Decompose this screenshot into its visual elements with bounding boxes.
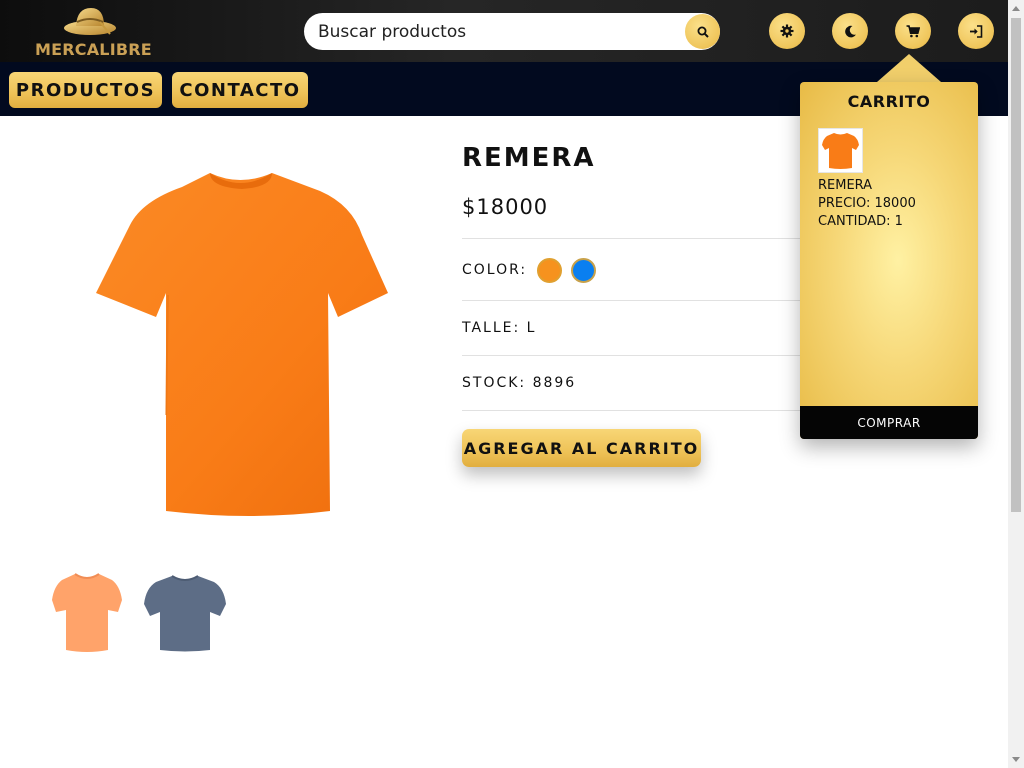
cart-item-quantity: CANTIDAD: 1 (818, 214, 903, 229)
cart-item-price: PRECIO: 18000 (818, 196, 916, 211)
thumbnail-blue[interactable] (140, 570, 230, 656)
cart-icon (906, 24, 920, 37)
add-to-cart-button[interactable]: AGREGAR AL CARRITO (462, 429, 701, 467)
cart-button[interactable] (895, 13, 931, 49)
thumbnail-orange[interactable] (42, 570, 132, 656)
page-scrollbar[interactable] (1008, 0, 1024, 768)
gear-icon (780, 24, 794, 38)
search-icon (697, 26, 709, 38)
search-box (304, 13, 720, 50)
divider (462, 238, 822, 239)
cart-title: CARRITO (847, 92, 931, 111)
scroll-up-arrow[interactable] (1012, 6, 1020, 11)
divider (462, 300, 822, 301)
search-input[interactable] (304, 13, 684, 50)
color-label: COLOR: (462, 262, 528, 278)
scroll-thumb[interactable] (1011, 18, 1021, 512)
login-button[interactable] (958, 13, 994, 49)
hat-logo-icon (64, 8, 116, 35)
moon-icon (844, 25, 856, 37)
color-swatch-orange[interactable] (537, 258, 562, 283)
dark-mode-button[interactable] (832, 13, 868, 49)
header-bar: MERCALIBRE (0, 0, 1008, 62)
stock-label: STOCK: 8896 (462, 375, 577, 391)
scroll-down-arrow[interactable] (1012, 757, 1020, 762)
cart-popup: CARRITO REMERA PRECIO: 18000 CANTIDAD: 1… (800, 82, 978, 439)
product-price: $18000 (462, 195, 549, 219)
divider (462, 410, 822, 411)
nav-contacto[interactable]: CONTACTO (172, 72, 308, 108)
cart-popup-arrow (877, 54, 941, 82)
size-label: TALLE: L (462, 320, 537, 336)
login-icon (970, 24, 983, 38)
product-main-image (90, 165, 400, 525)
search-button[interactable] (685, 14, 720, 49)
color-swatch-blue[interactable] (571, 258, 596, 283)
nav-productos[interactable]: PRODUCTOS (9, 72, 162, 108)
buy-button[interactable]: COMPRAR (800, 406, 978, 439)
settings-button[interactable] (769, 13, 805, 49)
logo-text: MERCALIBRE (35, 40, 152, 59)
product-title: REMERA (462, 143, 596, 173)
logo[interactable]: MERCALIBRE (30, 4, 152, 60)
cart-item-image (818, 128, 863, 173)
cart-item-name: REMERA (818, 178, 873, 193)
divider (462, 355, 822, 356)
